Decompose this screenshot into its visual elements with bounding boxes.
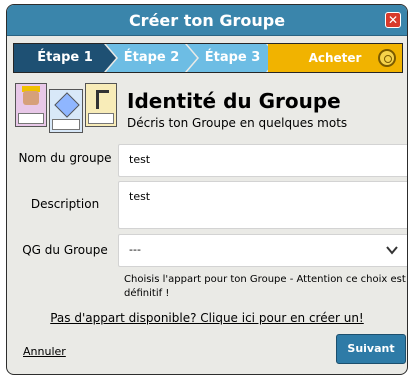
group-description-textarea[interactable]: test	[118, 181, 407, 229]
next-button[interactable]: Suivant >>	[336, 334, 406, 374]
step-3[interactable]: Étape 3	[187, 44, 278, 72]
title-bar[interactable]: Créer ton Groupe ✕	[7, 5, 407, 36]
credits-coin-icon	[378, 49, 396, 67]
name-label: Nom du groupe	[18, 151, 112, 165]
create-room-link[interactable]: Pas d'appart disponible? Clique ici pour…	[7, 311, 407, 325]
hq-room-select[interactable]: ---	[118, 234, 407, 267]
step-1[interactable]: Étape 1	[14, 44, 116, 72]
step-2[interactable]: Étape 2	[106, 44, 197, 72]
wizard-steps: Étape 1 Étape 2 Étape 3 Acheter	[13, 43, 403, 73]
badge-crown-icon	[15, 83, 47, 127]
group-badges-illustration	[15, 83, 119, 135]
hq-label: QG du Groupe	[22, 243, 108, 257]
step-buy-label: Acheter	[308, 51, 362, 65]
section-title: Identité du Groupe	[127, 89, 341, 113]
hq-help-text: Choisis l'appart pour ton Groupe - Atten…	[124, 274, 406, 299]
create-group-dialog: Créer ton Groupe ✕ Étape 1 Étape 2 Étape…	[6, 4, 408, 375]
group-name-input[interactable]: test	[118, 144, 407, 177]
description-label: Description	[30, 197, 100, 211]
close-icon[interactable]: ✕	[385, 12, 401, 28]
dialog-title: Créer ton Groupe	[128, 11, 286, 30]
hq-selected-value: ---	[129, 243, 141, 256]
chevron-down-icon	[386, 246, 398, 255]
badge-diamond-icon	[49, 89, 83, 133]
cancel-link[interactable]: Annuler	[23, 345, 66, 358]
step-buy[interactable]: Acheter	[268, 44, 402, 72]
badge-music-icon	[85, 83, 117, 127]
section-subtitle: Décris ton Groupe en quelques mots	[127, 116, 348, 130]
